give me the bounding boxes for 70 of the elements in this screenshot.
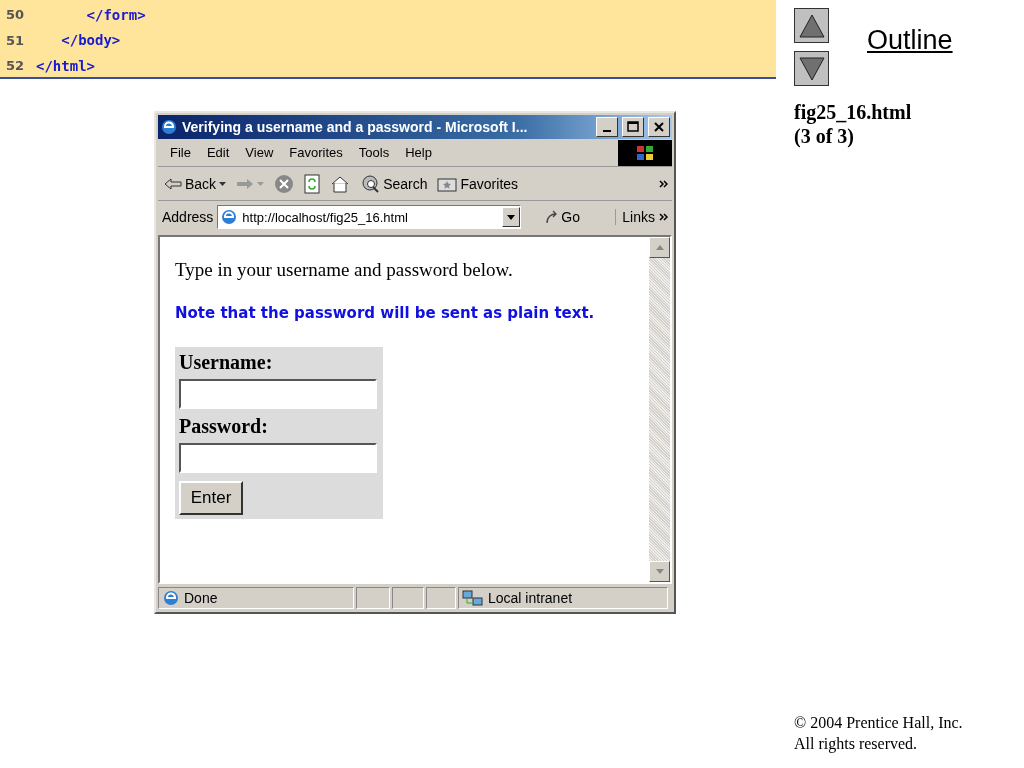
input-field[interactable] (179, 443, 377, 473)
scroll-down-button[interactable] (649, 561, 670, 582)
menu-item[interactable]: Help (399, 145, 442, 160)
status-pane (426, 587, 456, 609)
menu-item[interactable]: View (239, 145, 284, 160)
page-icon (162, 589, 180, 607)
go-button[interactable]: Go (539, 208, 587, 226)
copyright-text: All rights reserved. (794, 734, 919, 754)
intro-text: Type in your username and password below. (175, 259, 514, 281)
forward-arrow-icon (236, 177, 255, 190)
search-icon (360, 173, 381, 194)
note-text: Note that the password will be sent as plain text. (175, 304, 596, 322)
links-button[interactable]: Links (615, 209, 655, 225)
close-button[interactable] (648, 117, 670, 137)
previous-button[interactable] (794, 8, 829, 43)
window-title: Verifying a username and a password - Microsoft I... (182, 119, 529, 135)
scroll-up-button[interactable] (649, 237, 670, 258)
refresh-button[interactable] (304, 173, 321, 194)
next-button[interactable] (794, 51, 829, 86)
search-button[interactable]: Search (360, 173, 428, 194)
enter-button[interactable]: Enter (179, 481, 243, 515)
field-label: Password: (179, 415, 269, 438)
stop-icon (274, 173, 295, 194)
status-pane (356, 587, 390, 609)
caret-icon (219, 181, 227, 186)
browser-logo-icon (160, 118, 178, 136)
network-icon (462, 589, 484, 607)
url-text: http://localhost/fig25_16.html (242, 209, 409, 225)
throbber-icon (618, 139, 672, 166)
zone-text: Local intranet (488, 590, 573, 606)
code-line: </html> (36, 57, 95, 74)
outline-link[interactable]: Outline (867, 25, 953, 59)
address-field[interactable]: http://localhost/fig25_16.html (217, 205, 522, 229)
scrollbar[interactable] (649, 237, 670, 582)
chevron-icon[interactable] (659, 213, 668, 221)
copyright-text: © 2004 Prentice Hall, Inc. (794, 713, 964, 733)
line-number: 52 (5, 58, 26, 74)
stop-button[interactable] (274, 173, 295, 194)
address-label: Address (162, 209, 214, 225)
back-arrow-icon (164, 177, 182, 190)
code-line: </form> (85, 6, 146, 23)
up-arrow-icon (655, 245, 664, 250)
line-number: 50 (5, 7, 26, 23)
caret-icon (257, 181, 265, 186)
menu-item[interactable]: Edit (200, 145, 240, 160)
dropdown-button[interactable] (502, 207, 521, 227)
down-arrow-icon (655, 569, 664, 574)
status-text: Done (184, 590, 218, 606)
maximize-icon (627, 121, 639, 133)
favorites-button[interactable]: Favorites (437, 175, 519, 192)
menu-item[interactable]: Favorites (283, 145, 353, 160)
slide-caption: (3 of 3) (794, 124, 855, 148)
maximize-button[interactable] (622, 117, 644, 137)
slide-caption: fig25_16.html (794, 100, 913, 124)
code-line: </body> (60, 32, 121, 49)
minimize-button[interactable] (596, 117, 618, 137)
page-icon (220, 208, 239, 226)
input-field[interactable] (179, 379, 377, 409)
refresh-icon (304, 173, 321, 194)
home-button[interactable] (330, 174, 351, 193)
field-label: Username: (179, 351, 274, 374)
menu-item[interactable]: File (164, 145, 201, 160)
close-icon (654, 122, 664, 132)
caret-icon (507, 214, 516, 220)
minimize-icon (603, 130, 611, 132)
status-pane (392, 587, 424, 609)
menu-item[interactable]: Tools (352, 145, 400, 160)
home-icon (330, 174, 351, 193)
back-button[interactable]: Back (164, 175, 227, 192)
line-number: 51 (5, 32, 26, 48)
